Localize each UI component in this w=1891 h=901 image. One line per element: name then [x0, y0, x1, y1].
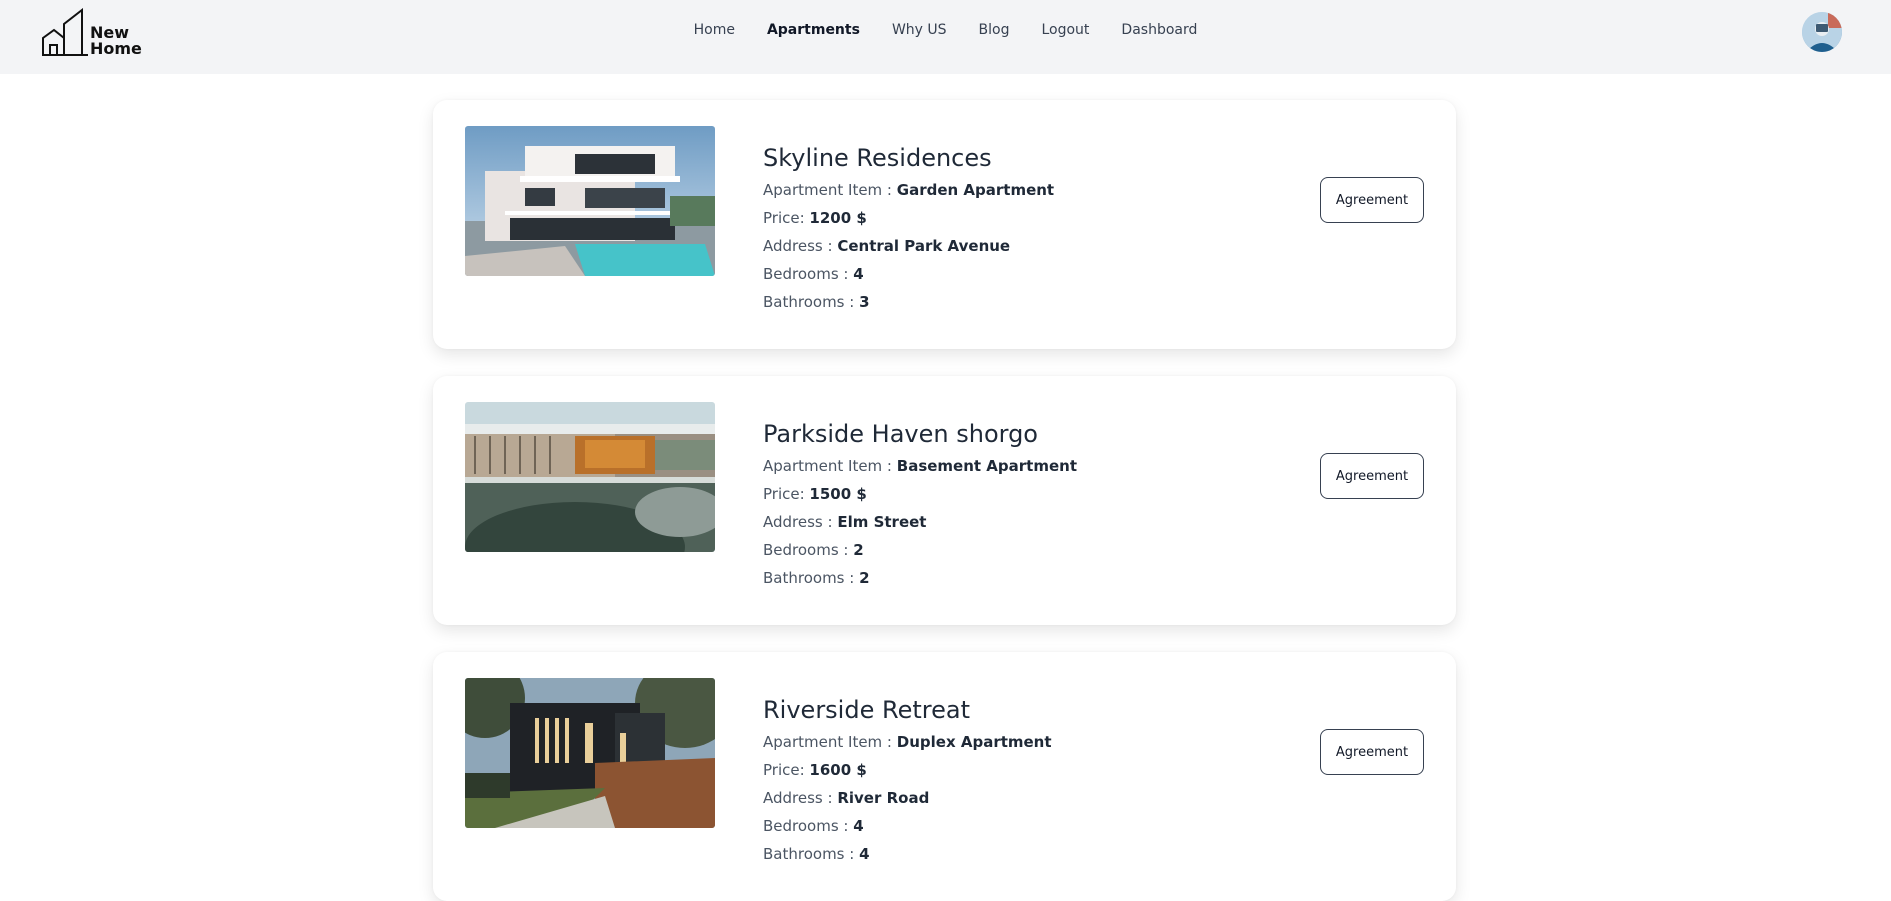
price-value: 1600 $ [809, 761, 867, 779]
avatar-image [1802, 12, 1842, 52]
bathrooms-value: 4 [859, 845, 870, 863]
brand-line-2: Home [90, 39, 142, 58]
apartment-title: Skyline Residences [763, 144, 992, 172]
nav-home[interactable]: Home [694, 22, 735, 38]
bedrooms-value: 4 [853, 817, 864, 835]
address-label: Address : [763, 789, 838, 807]
nav-apartments[interactable]: Apartments [767, 22, 860, 38]
apartment-card: Riverside Retreat Apartment Item : Duple… [433, 652, 1456, 901]
address-value: Central Park Avenue [837, 237, 1011, 255]
apartment-item-row: Apartment Item : Duplex Apartment [763, 732, 1052, 760]
bedrooms-label: Bedrooms : [763, 817, 854, 835]
address-value: River Road [837, 789, 930, 807]
apartment-card: Skyline Residences Apartment Item : Gard… [433, 100, 1456, 349]
bedrooms-value: 4 [853, 265, 864, 283]
bathrooms-value: 3 [859, 293, 870, 311]
price-label: Price: [763, 761, 810, 779]
address-row: Address : Central Park Avenue [763, 236, 1054, 264]
apartment-details: Skyline Residences Apartment Item : Gard… [763, 144, 1054, 320]
address-row: Address : Elm Street [763, 512, 1077, 540]
bathrooms-row: Bathrooms : 3 [763, 292, 1054, 320]
item-label: Apartment Item : [763, 733, 897, 751]
address-value: Elm Street [837, 513, 927, 531]
price-row: Price: 1200 $ [763, 208, 1054, 236]
price-label: Price: [763, 485, 810, 503]
bathrooms-row: Bathrooms : 4 [763, 844, 1052, 872]
apartment-photo [465, 126, 715, 276]
bedrooms-value: 2 [853, 541, 864, 559]
bedrooms-label: Bedrooms : [763, 541, 854, 559]
address-row: Address : River Road [763, 788, 1052, 816]
item-label: Apartment Item : [763, 457, 897, 475]
bedrooms-row: Bedrooms : 2 [763, 540, 1077, 568]
agreement-button[interactable]: Agreement [1320, 453, 1424, 499]
price-row: Price: 1500 $ [763, 484, 1077, 512]
bedrooms-row: Bedrooms : 4 [763, 816, 1052, 844]
apartment-photo [465, 402, 715, 552]
bathrooms-label: Bathrooms : [763, 293, 860, 311]
bathrooms-value: 2 [859, 569, 870, 587]
apartment-title: Parkside Haven shorgo [763, 420, 1038, 448]
nav-dashboard[interactable]: Dashboard [1121, 22, 1197, 38]
bedrooms-row: Bedrooms : 4 [763, 264, 1054, 292]
main-nav: Home Apartments Why US Blog Logout Dashb… [0, 22, 1891, 38]
agreement-button[interactable]: Agreement [1320, 729, 1424, 775]
bathrooms-row: Bathrooms : 2 [763, 568, 1077, 596]
apartment-item-row: Apartment Item : Garden Apartment [763, 180, 1054, 208]
address-label: Address : [763, 237, 838, 255]
apartment-photo [465, 678, 715, 828]
nav-why-us[interactable]: Why US [892, 22, 947, 38]
apartment-item-row: Apartment Item : Basement Apartment [763, 456, 1077, 484]
apartment-title: Riverside Retreat [763, 696, 970, 724]
bathrooms-label: Bathrooms : [763, 569, 860, 587]
price-label: Price: [763, 209, 810, 227]
price-row: Price: 1600 $ [763, 760, 1052, 788]
bathrooms-label: Bathrooms : [763, 845, 860, 863]
user-avatar[interactable] [1802, 12, 1842, 52]
price-value: 1500 $ [809, 485, 867, 503]
item-value: Duplex Apartment [896, 733, 1052, 751]
navbar: New Home Home Apartments Why US Blog Log… [0, 0, 1891, 74]
agreement-button[interactable]: Agreement [1320, 177, 1424, 223]
item-label: Apartment Item : [763, 181, 897, 199]
nav-logout[interactable]: Logout [1041, 22, 1089, 38]
item-value: Garden Apartment [896, 181, 1055, 199]
address-label: Address : [763, 513, 838, 531]
apartment-details: Parkside Haven shorgo Apartment Item : B… [763, 420, 1077, 596]
apartment-card: Parkside Haven shorgo Apartment Item : B… [433, 376, 1456, 625]
apartment-details: Riverside Retreat Apartment Item : Duple… [763, 696, 1052, 872]
bedrooms-label: Bedrooms : [763, 265, 854, 283]
price-value: 1200 $ [809, 209, 867, 227]
nav-blog[interactable]: Blog [979, 22, 1010, 38]
item-value: Basement Apartment [896, 457, 1077, 475]
